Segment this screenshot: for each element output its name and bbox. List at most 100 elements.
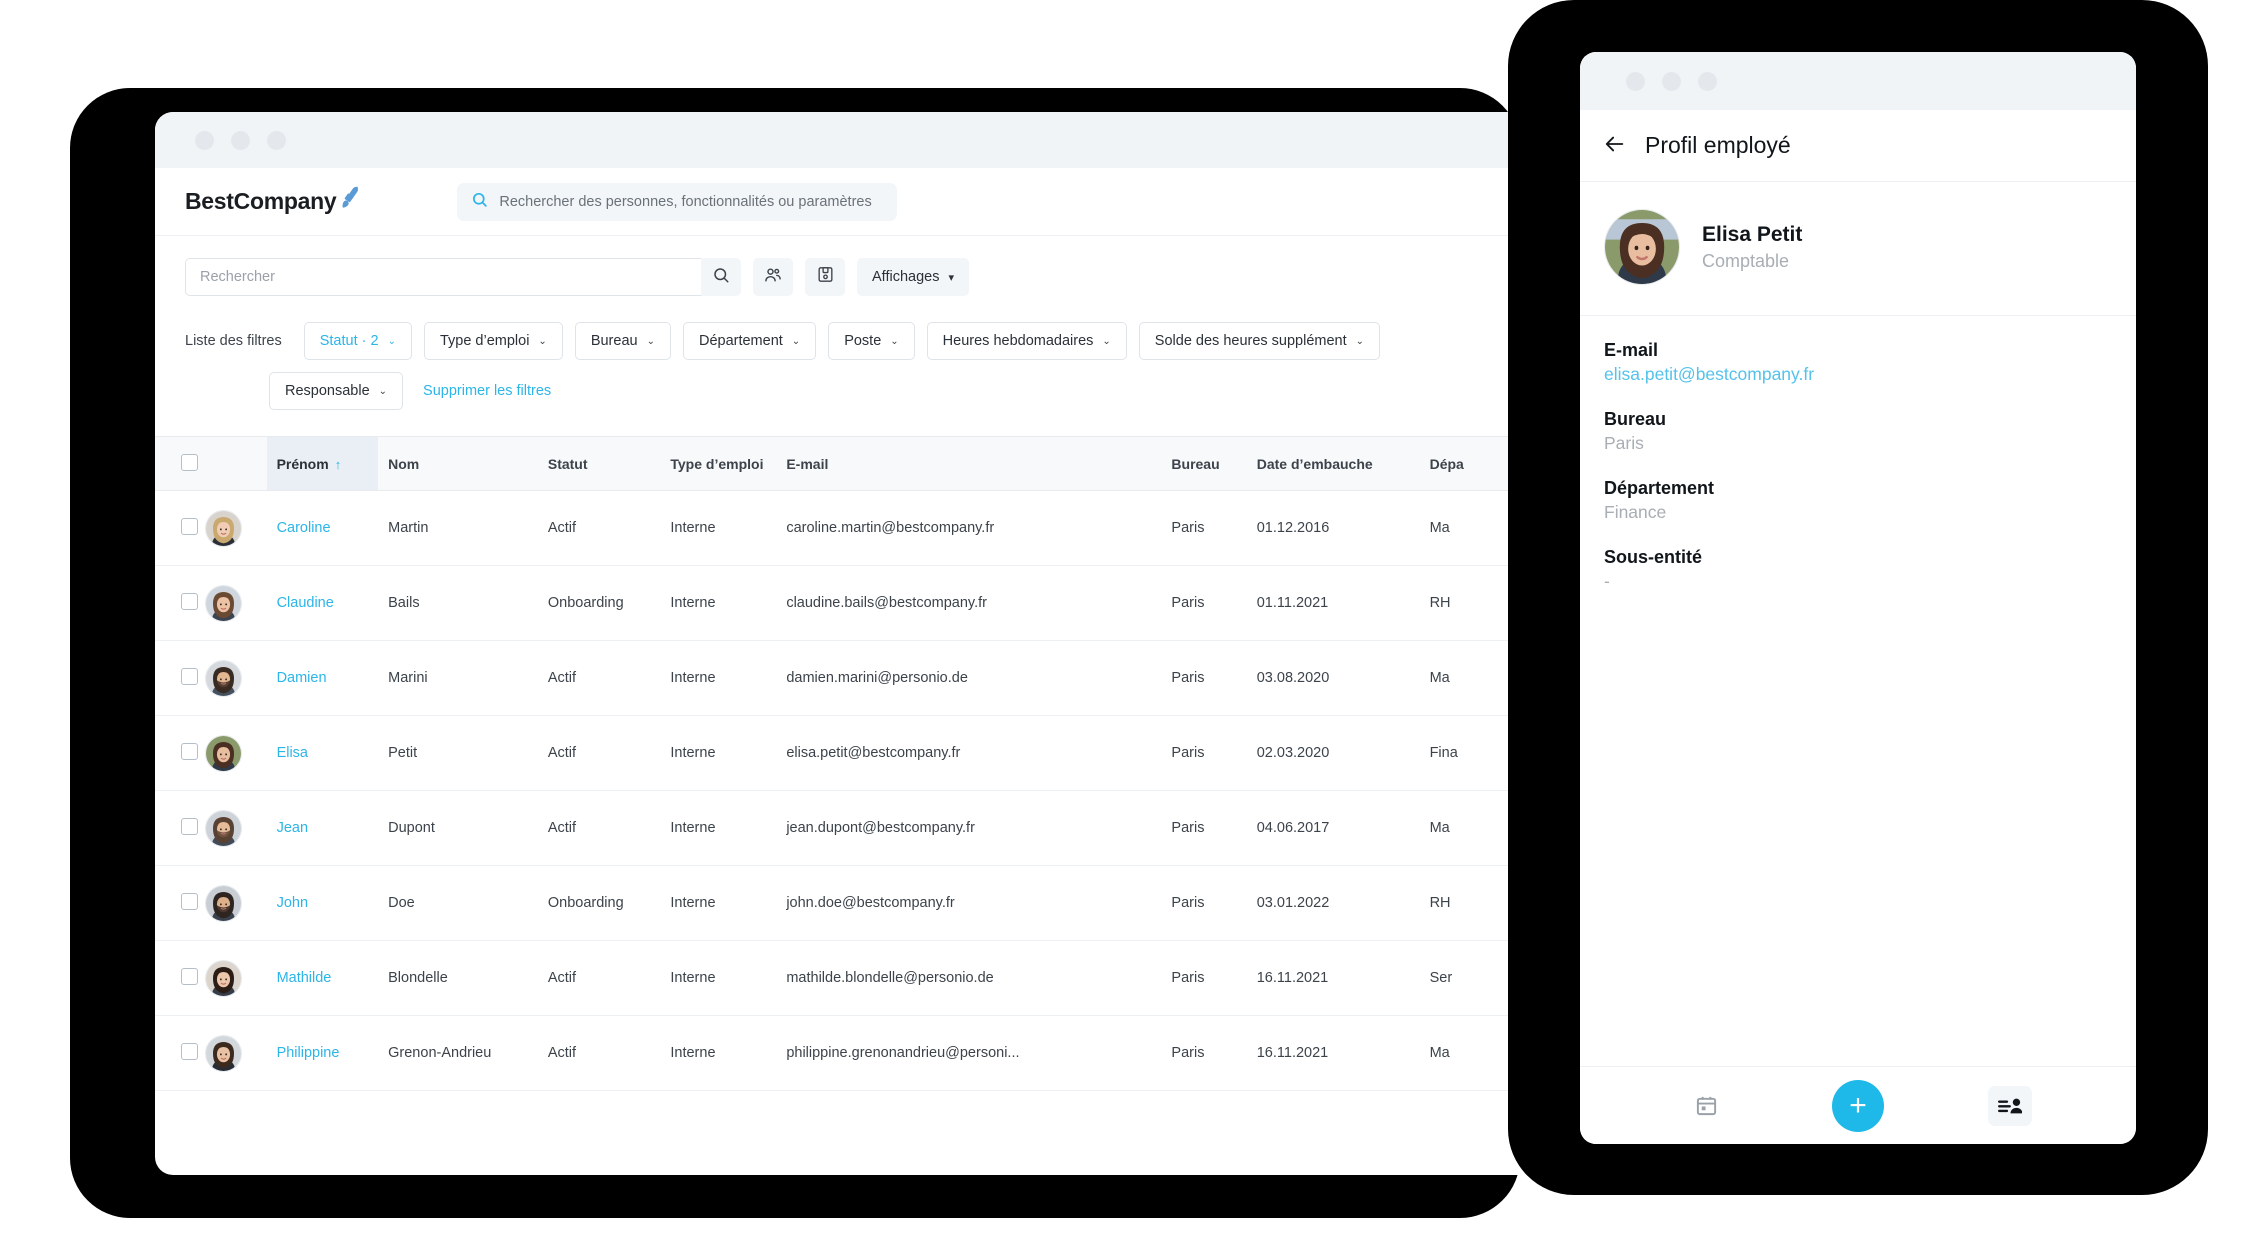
employee-name-link[interactable]: Philippine bbox=[277, 1045, 340, 1061]
window-dot-close[interactable] bbox=[195, 130, 214, 150]
cell-email: claudine.bails@bestcompany.fr bbox=[776, 565, 1162, 641]
column-header-prenom[interactable]: Prénom ↑ bbox=[266, 436, 379, 491]
brand-logo[interactable]: BestCompany bbox=[185, 186, 361, 215]
row-avatar-cell bbox=[205, 1015, 267, 1091]
window-dot-maximize[interactable] bbox=[1698, 71, 1717, 91]
window-dot-maximize[interactable] bbox=[267, 130, 286, 150]
chevron-down-icon: ⌄ bbox=[1355, 335, 1365, 347]
column-header-label: Nom bbox=[388, 455, 420, 472]
cell-type-emploi: Interne bbox=[660, 715, 777, 791]
table-row[interactable]: Caroline Martin Actif Interne caroline.marti… bbox=[155, 490, 1540, 566]
table-row[interactable]: Claudine Bails Onboarding Interne claudine.b… bbox=[155, 565, 1540, 641]
row-checkbox[interactable] bbox=[181, 517, 198, 535]
table-row[interactable]: Philippine Grenon-Andrieu Actif Interne phil… bbox=[155, 1015, 1540, 1091]
column-header-label: Type d’emploi bbox=[670, 455, 764, 472]
row-checkbox[interactable] bbox=[181, 967, 198, 985]
row-select-cell bbox=[155, 640, 206, 716]
column-header-statut[interactable]: Statut bbox=[537, 436, 661, 491]
field-value: Finance bbox=[1604, 502, 1667, 522]
field-label: Bureau bbox=[1604, 409, 1667, 429]
window-dot-minimize[interactable] bbox=[231, 130, 250, 150]
cell-date-embauche: 03.08.2020 bbox=[1246, 640, 1420, 716]
employee-name-link[interactable]: Damien bbox=[277, 670, 327, 686]
cell-prenom: John bbox=[266, 865, 379, 941]
employee-name-link[interactable]: Mathilde bbox=[277, 970, 332, 986]
column-header-label: Bureau bbox=[1171, 455, 1220, 472]
window-dot-minimize[interactable] bbox=[1662, 71, 1681, 91]
row-avatar-cell bbox=[205, 940, 267, 1016]
row-checkbox[interactable] bbox=[181, 892, 198, 910]
cell-nom: Dupont bbox=[378, 790, 538, 866]
clear-filters-link[interactable]: Supprimer les filtres bbox=[423, 383, 551, 399]
column-header-nom[interactable]: Nom bbox=[378, 436, 538, 491]
avatar bbox=[205, 884, 243, 922]
save-floppy-icon bbox=[816, 265, 835, 289]
field-label: E-mail bbox=[1604, 340, 1659, 360]
employee-name-link[interactable]: Elisa bbox=[277, 745, 308, 761]
cell-statut: Actif bbox=[537, 940, 661, 1016]
cell-nom: Blondelle bbox=[378, 940, 538, 1016]
table-row[interactable]: Jean Dupont Actif Interne jean.dupont@bestco… bbox=[155, 790, 1540, 866]
avatar bbox=[205, 659, 243, 697]
select-all-checkbox[interactable] bbox=[181, 453, 198, 471]
cell-bureau: Paris bbox=[1161, 715, 1247, 791]
global-search-input[interactable]: Rechercher des personnes, fonctionnalité… bbox=[457, 182, 898, 221]
row-checkbox[interactable] bbox=[181, 667, 198, 685]
table-row[interactable]: Damien Marini Actif Interne damien.marini@pe… bbox=[155, 640, 1540, 716]
table-search-button[interactable] bbox=[701, 258, 741, 296]
calendar-icon[interactable] bbox=[1684, 1086, 1728, 1126]
row-checkbox[interactable] bbox=[181, 592, 198, 610]
employee-name-link[interactable]: John bbox=[277, 895, 308, 911]
save-view-button[interactable] bbox=[805, 258, 845, 296]
table-row[interactable]: John Doe Onboarding Interne john.doe@bestcom… bbox=[155, 865, 1540, 941]
back-arrow-icon[interactable] bbox=[1602, 132, 1628, 160]
row-select-cell bbox=[155, 1015, 206, 1091]
cell-date-embauche: 02.03.2020 bbox=[1246, 715, 1420, 791]
field-departement: Département Finance bbox=[1604, 478, 2112, 523]
filter-chip-label: Bureau bbox=[590, 333, 638, 349]
column-header-bureau[interactable]: Bureau bbox=[1161, 436, 1247, 491]
column-header-type-emploi[interactable]: Type d’emploi bbox=[660, 436, 777, 491]
people-group-icon bbox=[763, 265, 783, 290]
field-value[interactable]: elisa.petit@bestcompany.fr bbox=[1604, 364, 2112, 385]
column-header-email[interactable]: E-mail bbox=[776, 436, 1162, 491]
row-checkbox[interactable] bbox=[181, 1042, 198, 1060]
field-bureau: Bureau Paris bbox=[1604, 409, 2112, 454]
field-value: Paris bbox=[1604, 433, 1644, 453]
row-checkbox[interactable] bbox=[181, 817, 198, 835]
field-sous-entite: Sous-entité - bbox=[1604, 547, 2112, 592]
avatar-header bbox=[205, 436, 267, 491]
cell-bureau: Paris bbox=[1161, 1015, 1247, 1091]
desktop-app-window: BestCompany Rechercher des personnes, fo… bbox=[155, 112, 1540, 1175]
employee-name-link[interactable]: Jean bbox=[277, 820, 308, 836]
avatar bbox=[205, 734, 243, 772]
cell-type-emploi: Interne bbox=[660, 865, 777, 941]
filter-chip-departement[interactable]: Département ⌄ bbox=[682, 322, 817, 360]
contact-list-icon[interactable] bbox=[1988, 1085, 2032, 1126]
filter-chip-bureau[interactable]: Bureau ⌄ bbox=[574, 322, 671, 360]
window-dot-close[interactable] bbox=[1626, 71, 1645, 91]
row-select-cell bbox=[155, 715, 206, 791]
chevron-down-icon: ⌄ bbox=[646, 335, 655, 347]
filter-chip-solde-heures-supplementaires[interactable]: Solde des heures supplément ⌄ bbox=[1138, 322, 1381, 360]
filter-chip-type-emploi[interactable]: Type d’emploi ⌄ bbox=[423, 322, 563, 360]
filter-chip-responsable[interactable]: Responsable ⌄ bbox=[269, 372, 404, 410]
row-checkbox[interactable] bbox=[181, 742, 198, 760]
table-search-input[interactable]: Rechercher bbox=[185, 258, 701, 296]
filter-chip-heures-hebdomadaires[interactable]: Heures hebdomadaires ⌄ bbox=[926, 322, 1127, 360]
table-row[interactable]: Elisa Petit Actif Interne elisa.petit@bestco… bbox=[155, 715, 1540, 791]
add-button[interactable]: + bbox=[1832, 1079, 1884, 1132]
brand-name: BestCompany bbox=[185, 188, 337, 214]
column-header-date-embauche[interactable]: Date d’embauche bbox=[1246, 436, 1420, 491]
employee-name-link[interactable]: Claudine bbox=[277, 595, 334, 611]
table-row[interactable]: Mathilde Blondelle Actif Interne mathilde.bl… bbox=[155, 940, 1540, 1016]
cell-nom: Doe bbox=[378, 865, 538, 941]
sort-ascending-icon: ↑ bbox=[334, 456, 342, 472]
people-group-button[interactable] bbox=[753, 258, 793, 296]
employee-name-link[interactable]: Caroline bbox=[277, 520, 331, 536]
filter-chip-poste[interactable]: Poste ⌄ bbox=[828, 322, 915, 360]
views-button[interactable]: Affichages ▾ bbox=[857, 258, 969, 296]
field-email: E-mail elisa.petit@bestcompany.fr bbox=[1604, 340, 2112, 385]
filter-chip-statut[interactable]: Statut · 2 ⌄ bbox=[303, 322, 412, 360]
cell-bureau: Paris bbox=[1161, 565, 1247, 641]
